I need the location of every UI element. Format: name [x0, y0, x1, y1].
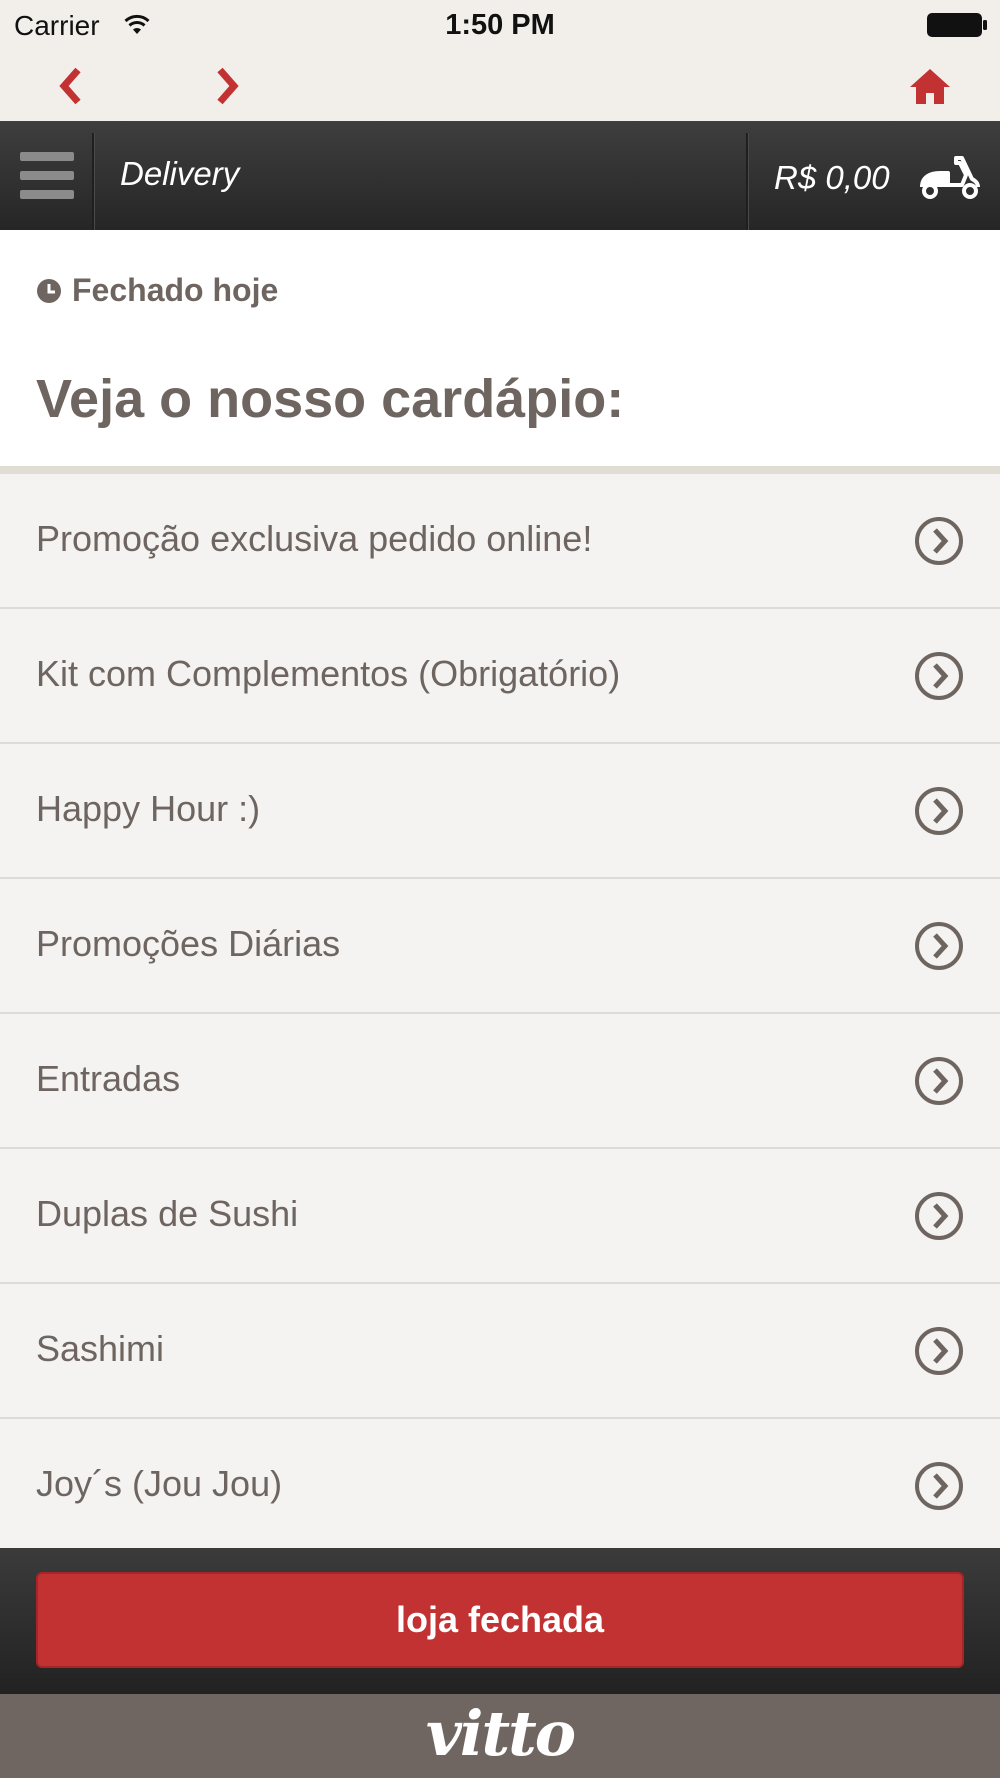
chevron-right-circle-icon — [915, 1192, 963, 1240]
browser-nav-bar — [0, 50, 1000, 121]
menu-category-item[interactable]: Promoção exclusiva pedido online! — [0, 474, 1000, 609]
forward-button[interactable] — [200, 58, 256, 114]
menu-category-label: Joy´s (Jou Jou) — [36, 1463, 283, 1504]
menu-category-item[interactable]: Sashimi — [0, 1284, 1000, 1419]
menu-heading: Veja o nosso cardápio: — [36, 369, 625, 429]
footer-action-bar: loja fechada — [0, 1548, 1000, 1694]
menu-category-label: Kit com Complementos (Obrigatório) — [36, 653, 621, 694]
home-button[interactable] — [902, 58, 958, 114]
menu-category-item[interactable]: Promoções Diárias — [0, 879, 1000, 1014]
hours-status-text: Fechado hoje — [72, 272, 279, 308]
chevron-right-circle-icon — [915, 1327, 963, 1375]
header-divider — [746, 133, 749, 230]
header-title: Delivery — [120, 155, 240, 192]
menu-category-item[interactable]: Kit com Complementos (Obrigatório) — [0, 609, 1000, 744]
hours-status: Fechado hoje — [36, 272, 278, 309]
app-header: Delivery R$ 0,00 — [0, 121, 1000, 230]
clock-icon — [37, 278, 61, 303]
back-button[interactable] — [42, 58, 98, 114]
status-bar: Carrier 1:50 PM — [0, 0, 1000, 50]
chevron-right-circle-icon — [915, 517, 963, 565]
forward-arrow-icon — [217, 67, 239, 105]
menu-category-item[interactable]: Happy Hour :) — [0, 744, 1000, 879]
menu-category-label: Entradas — [36, 1058, 181, 1099]
menu-category-label: Promoções Diárias — [36, 923, 341, 964]
menu-category-item[interactable]: Joy´s (Jou Jou) — [0, 1419, 1000, 1554]
menu-category-label: Promoção exclusiva pedido online! — [36, 518, 593, 559]
hamburger-menu-icon[interactable] — [0, 121, 94, 230]
home-icon — [910, 69, 950, 104]
chevron-right-circle-icon — [915, 1462, 963, 1510]
chevron-right-circle-icon — [915, 652, 963, 700]
scooter-icon — [920, 156, 980, 199]
battery-icon — [927, 13, 987, 37]
brand-bar: vitto — [0, 1694, 1000, 1778]
chevron-right-circle-icon — [915, 787, 963, 835]
vitto-logo: vitto — [425, 1696, 576, 1770]
store-info: Fechado hoje Veja o nosso cardápio: — [0, 230, 1000, 466]
menu-category-label: Happy Hour :) — [36, 788, 261, 829]
back-arrow-icon — [59, 67, 81, 105]
menu-category-label: Sashimi — [36, 1328, 165, 1369]
menu-category-item[interactable]: Duplas de Sushi — [0, 1149, 1000, 1284]
cart-button[interactable]: R$ 0,00 — [750, 121, 1000, 230]
status-time: 1:50 PM — [445, 9, 555, 41]
cart-total: R$ 0,00 — [774, 159, 890, 196]
menu-category-list: Promoção exclusiva pedido online! Kit co… — [0, 474, 1000, 1554]
store-closed-button[interactable]: loja fechada — [36, 1572, 964, 1668]
chevron-right-circle-icon — [915, 1057, 963, 1105]
menu-category-item[interactable]: Entradas — [0, 1014, 1000, 1149]
menu-category-label: Duplas de Sushi — [36, 1193, 299, 1234]
chevron-right-circle-icon — [915, 922, 963, 970]
section-divider — [0, 466, 1000, 474]
header-divider — [92, 133, 95, 230]
